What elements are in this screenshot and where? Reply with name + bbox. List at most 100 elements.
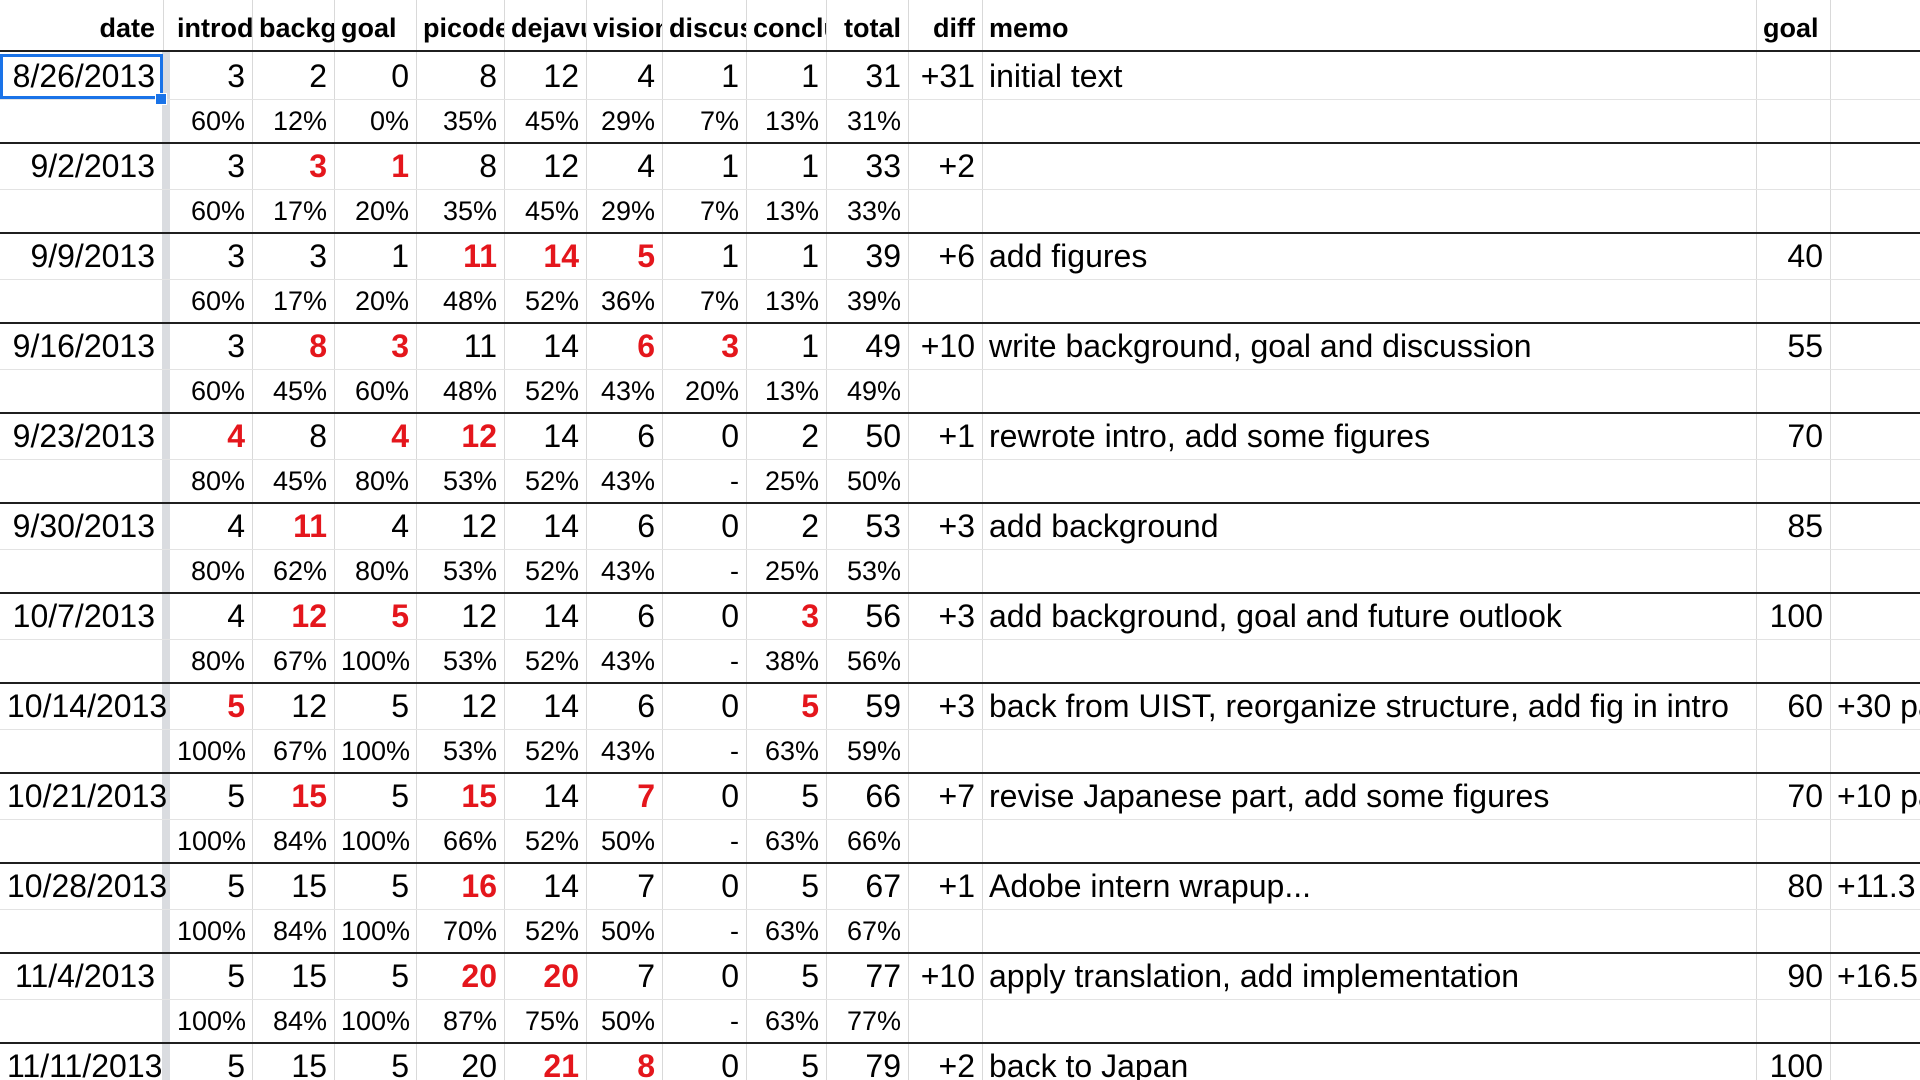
date-cell[interactable]: 9/9/2013 <box>0 234 162 279</box>
column-header-date[interactable]: date <box>0 0 162 52</box>
percent-cell[interactable]: 52% <box>504 819 586 864</box>
goal-cell[interactable]: 90 <box>1756 954 1830 999</box>
value-cell[interactable]: 1 <box>334 234 416 279</box>
value-cell[interactable]: 14 <box>504 504 586 549</box>
percent-cell[interactable]: 48% <box>416 279 504 324</box>
percent-cell[interactable]: 7% <box>662 279 746 324</box>
value-cell[interactable]: 1 <box>746 144 826 189</box>
column-header-goal[interactable]: goal <box>1756 0 1830 52</box>
value-cell[interactable]: 0 <box>334 54 416 99</box>
value-cell[interactable]: 5 <box>170 684 252 729</box>
value-cell[interactable]: 5 <box>746 954 826 999</box>
date-cell[interactable]: 10/21/2013 <box>0 774 167 819</box>
memo-cell[interactable]: add figures <box>982 234 1756 279</box>
percent-cell[interactable]: 45% <box>252 369 334 414</box>
value-cell[interactable]: 12 <box>252 594 334 639</box>
value-cell[interactable]: 5 <box>586 234 662 279</box>
percent-cell[interactable]: 13% <box>746 369 826 414</box>
percent-cell[interactable]: 48% <box>416 369 504 414</box>
value-cell[interactable]: 4 <box>334 414 416 459</box>
memo-cell[interactable]: initial text <box>982 54 1756 99</box>
date-cell[interactable]: 10/7/2013 <box>0 594 162 639</box>
percent-cell[interactable]: 100% <box>334 729 416 774</box>
value-cell[interactable]: 77 <box>826 954 908 999</box>
percent-cell[interactable]: 84% <box>252 999 334 1044</box>
percent-cell[interactable]: 87% <box>416 999 504 1044</box>
memo-cell[interactable]: back from UIST, reorganize structure, ad… <box>982 684 1756 729</box>
memo-cell[interactable]: apply translation, add implementation <box>982 954 1756 999</box>
value-cell[interactable]: 8 <box>252 324 334 369</box>
value-cell[interactable]: 12 <box>416 504 504 549</box>
extra-cell[interactable]: +11.3 <box>1830 864 1920 909</box>
percent-cell[interactable]: - <box>662 639 746 684</box>
column-header-total[interactable]: total <box>826 0 908 52</box>
diff-cell[interactable]: +7 <box>908 774 982 819</box>
value-cell[interactable]: 20 <box>416 954 504 999</box>
percent-cell[interactable]: 31% <box>826 99 908 144</box>
percent-cell[interactable]: 43% <box>586 459 662 504</box>
value-cell[interactable]: 11 <box>252 504 334 549</box>
value-cell[interactable]: 67 <box>826 864 908 909</box>
extra-cell[interactable] <box>1830 504 1920 549</box>
percent-cell[interactable]: 52% <box>504 909 586 954</box>
percent-cell[interactable]: 100% <box>170 909 252 954</box>
percent-cell[interactable]: 67% <box>252 729 334 774</box>
percent-cell[interactable]: 25% <box>746 459 826 504</box>
percent-cell[interactable]: 52% <box>504 549 586 594</box>
value-cell[interactable]: 4 <box>586 144 662 189</box>
column-header-memo[interactable]: memo <box>982 0 1756 52</box>
percent-cell[interactable]: 50% <box>826 459 908 504</box>
goal-cell[interactable]: 70 <box>1756 774 1830 819</box>
column-header-dejavu[interactable]: dejavu <box>504 0 586 52</box>
date-cell[interactable]: 10/14/2013 <box>0 684 167 729</box>
percent-cell[interactable]: 13% <box>746 189 826 234</box>
percent-cell[interactable]: 33% <box>826 189 908 234</box>
percent-cell[interactable]: - <box>662 729 746 774</box>
diff-cell[interactable]: +1 <box>908 414 982 459</box>
percent-cell[interactable]: 43% <box>586 729 662 774</box>
column-header-vision[interactable]: vision <box>586 0 662 52</box>
percent-cell[interactable]: 53% <box>416 459 504 504</box>
percent-cell[interactable]: 70% <box>416 909 504 954</box>
percent-cell[interactable]: 100% <box>334 909 416 954</box>
percent-cell[interactable]: 17% <box>252 279 334 324</box>
percent-cell[interactable]: 53% <box>826 549 908 594</box>
value-cell[interactable]: 5 <box>334 1044 416 1080</box>
value-cell[interactable]: 56 <box>826 594 908 639</box>
value-cell[interactable]: 2 <box>746 414 826 459</box>
column-header-introd[interactable]: introd <box>170 0 252 52</box>
percent-cell[interactable]: 43% <box>586 369 662 414</box>
percent-cell[interactable]: 77% <box>826 999 908 1044</box>
percent-cell[interactable]: 80% <box>170 639 252 684</box>
percent-cell[interactable]: 50% <box>586 999 662 1044</box>
value-cell[interactable]: 0 <box>662 684 746 729</box>
value-cell[interactable]: 14 <box>504 594 586 639</box>
percent-cell[interactable]: 63% <box>746 729 826 774</box>
percent-cell[interactable]: 0% <box>334 99 416 144</box>
extra-cell[interactable]: +10 pa <box>1830 774 1920 819</box>
memo-cell[interactable] <box>982 144 1756 189</box>
diff-cell[interactable]: +3 <box>908 594 982 639</box>
value-cell[interactable]: 1 <box>746 234 826 279</box>
value-cell[interactable]: 12 <box>504 144 586 189</box>
value-cell[interactable]: 0 <box>662 774 746 819</box>
percent-cell[interactable]: 52% <box>504 729 586 774</box>
value-cell[interactable]: 6 <box>586 324 662 369</box>
percent-cell[interactable]: 62% <box>252 549 334 594</box>
percent-cell[interactable]: 35% <box>416 99 504 144</box>
extra-cell[interactable] <box>1830 234 1920 279</box>
extra-cell[interactable] <box>1830 144 1920 189</box>
percent-cell[interactable]: 67% <box>252 639 334 684</box>
spreadsheet-grid[interactable]: dateintrodbackggoalpicodedejavuvisiondis… <box>0 0 1920 1080</box>
percent-cell[interactable]: 45% <box>504 189 586 234</box>
diff-cell[interactable]: +10 <box>908 324 982 369</box>
percent-cell[interactable]: 39% <box>826 279 908 324</box>
value-cell[interactable]: 12 <box>416 594 504 639</box>
goal-cell[interactable]: 60 <box>1756 684 1830 729</box>
percent-cell[interactable]: - <box>662 909 746 954</box>
value-cell[interactable]: 5 <box>334 954 416 999</box>
value-cell[interactable]: 20 <box>504 954 586 999</box>
goal-cell[interactable]: 40 <box>1756 234 1830 279</box>
percent-cell[interactable]: 80% <box>170 459 252 504</box>
percent-cell[interactable]: 66% <box>416 819 504 864</box>
